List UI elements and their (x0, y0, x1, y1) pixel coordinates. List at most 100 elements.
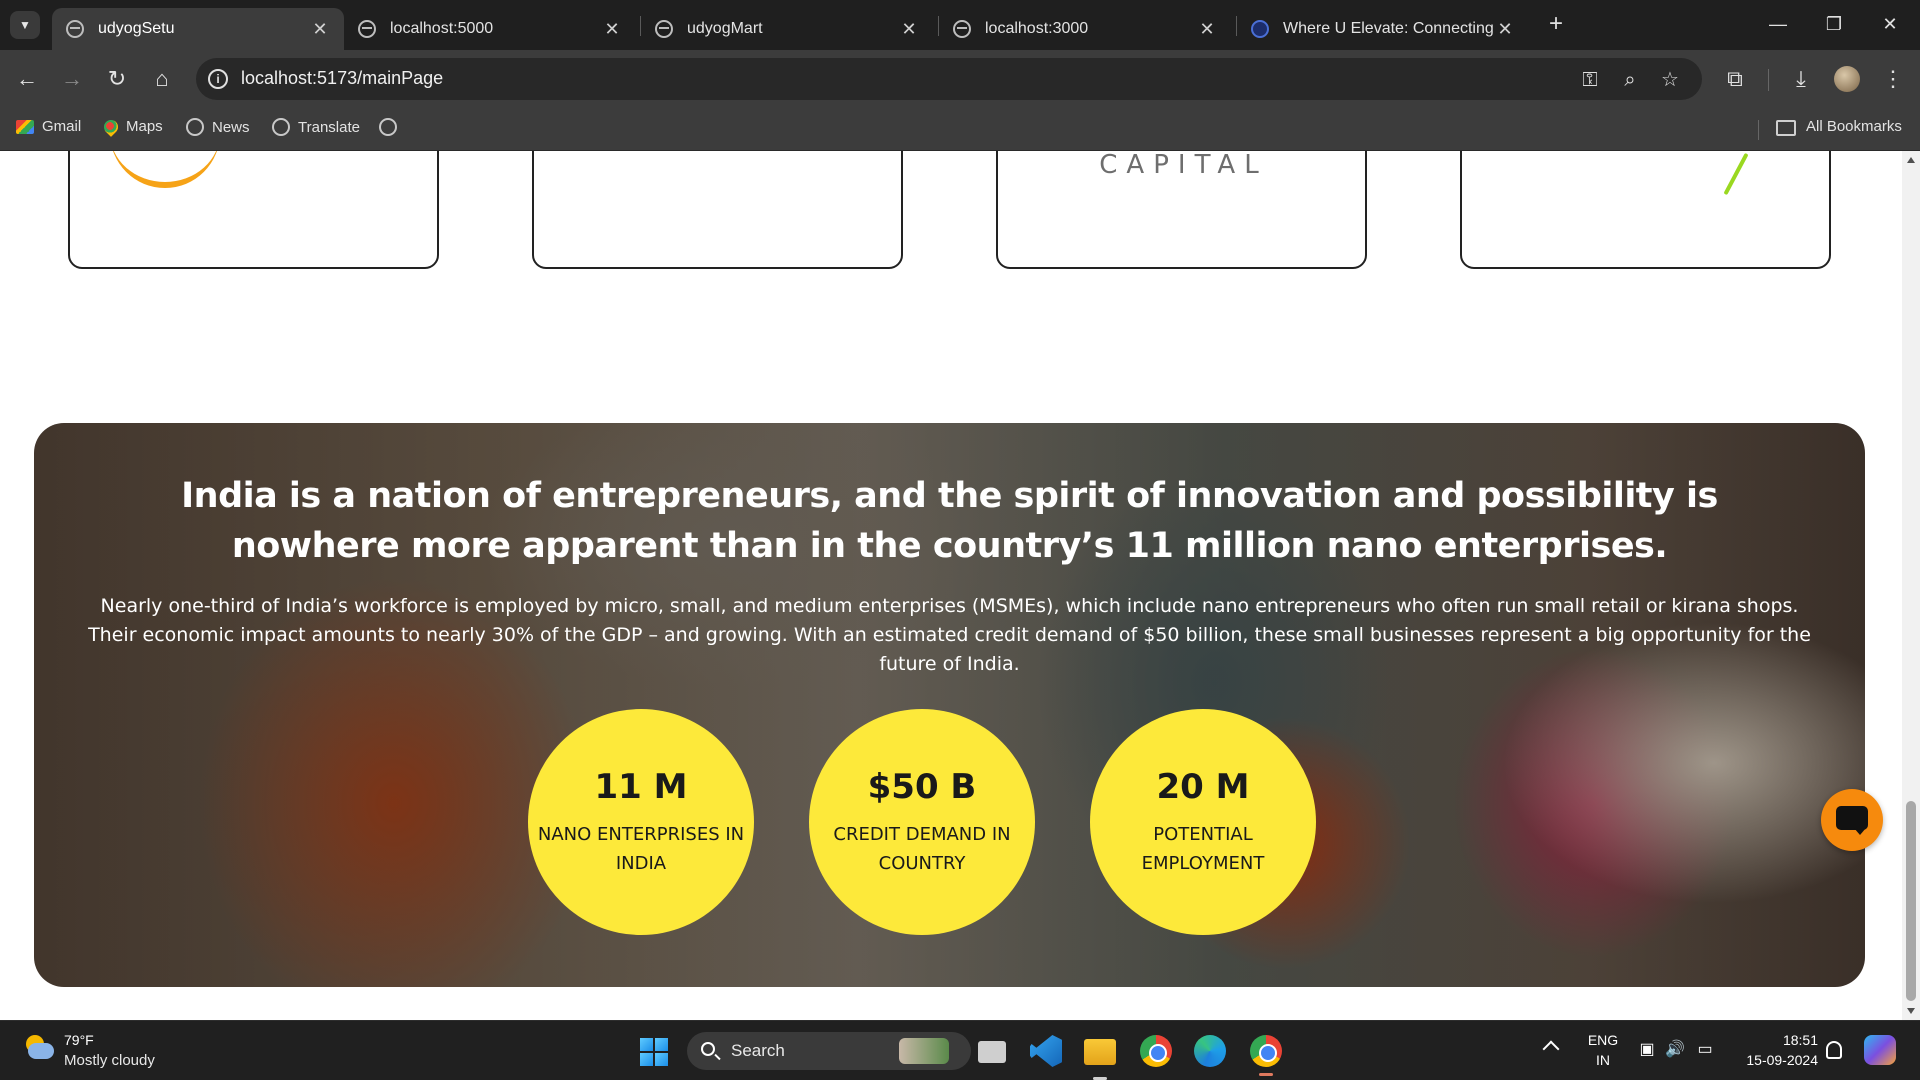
bookmark-gmail[interactable]: Gmail (16, 118, 81, 135)
stat-label: CREDIT DEMAND IN COUNTRY (833, 824, 1011, 874)
region-code: IN (1596, 1052, 1610, 1068)
battery-icon[interactable]: ▭ (1694, 1040, 1716, 1060)
password-key-icon[interactable]: ⚿ (1578, 68, 1602, 92)
globe-icon (186, 118, 204, 136)
partner-logo (1723, 152, 1749, 196)
hero-description: Nearly one-third of India’s workforce is… (88, 595, 1811, 675)
tab-udyogsetu[interactable]: udyogSetu ✕ (52, 8, 344, 50)
bookmark-label: Maps (126, 118, 163, 135)
stat-credit-demand: $50 B CREDIT DEMAND IN COUNTRY (809, 709, 1035, 935)
stat-label: POTENTIAL EMPLOYMENT (1141, 824, 1265, 874)
scroll-down-icon[interactable] (1907, 1008, 1915, 1014)
bookmark-news[interactable]: News (186, 118, 250, 136)
close-icon[interactable]: ✕ (899, 19, 919, 40)
tab-udyogmart[interactable]: udyogMart ✕ (641, 8, 933, 50)
scroll-up-icon[interactable] (1907, 157, 1915, 163)
all-bookmarks-button[interactable]: All Bookmarks (1806, 118, 1902, 135)
tab-where-u-elevate[interactable]: Where U Elevate: Connecting n ✕ (1237, 8, 1529, 50)
maps-icon (101, 116, 121, 137)
copilot-icon[interactable] (1864, 1035, 1896, 1065)
restore-icon[interactable]: ❐ (1814, 8, 1854, 40)
globe-icon (272, 118, 290, 136)
tab-title: udyogSetu (98, 20, 175, 37)
partner-card[interactable]: CAPITAL (996, 151, 1367, 269)
system-clock[interactable]: 18:51 15-09-2024 (1728, 1030, 1818, 1070)
site-info-icon[interactable]: i (208, 69, 228, 89)
home-icon[interactable]: ⌂ (147, 64, 177, 94)
chrome-icon[interactable] (1140, 1035, 1172, 1067)
tab-title: localhost:5000 (390, 20, 494, 37)
close-icon[interactable]: ✕ (1197, 19, 1217, 40)
clock-date: 15-09-2024 (1746, 1052, 1818, 1068)
language-indicator[interactable]: ENG IN (1583, 1030, 1623, 1070)
minimize-icon[interactable]: — (1758, 8, 1798, 40)
task-view-icon[interactable] (978, 1041, 1006, 1063)
tab-localhost-3000[interactable]: localhost:3000 ✕ (939, 8, 1231, 50)
new-tab-button[interactable]: + (1542, 10, 1570, 38)
scrollbar-thumb[interactable] (1906, 801, 1916, 1001)
partner-card[interactable] (1460, 151, 1831, 269)
file-explorer-icon[interactable] (1084, 1039, 1116, 1080)
partner-card[interactable] (68, 151, 439, 269)
close-icon[interactable]: ✕ (602, 19, 622, 40)
bookmark-separator (1758, 120, 1759, 140)
vscode-icon[interactable] (1030, 1035, 1062, 1067)
address-url[interactable]: localhost:5173/mainPage (241, 68, 443, 89)
globe-icon (379, 118, 397, 136)
show-hidden-icons-chevron-icon[interactable] (1542, 1040, 1560, 1058)
edge-icon[interactable] (1194, 1035, 1226, 1067)
volume-icon[interactable]: 🔊 (1664, 1040, 1686, 1060)
close-icon[interactable]: ✕ (310, 19, 330, 40)
stat-label: NANO ENTERPRISES IN INDIA (537, 824, 745, 874)
browser-toolbar: ← → ↻ ⌂ i localhost:5173/mainPage ⚿ ⌕ ☆ … (0, 50, 1920, 108)
windows-start-icon[interactable] (640, 1038, 668, 1066)
globe-icon (953, 20, 971, 38)
close-icon[interactable]: ✕ (1495, 19, 1515, 40)
tab-title: udyogMart (687, 20, 763, 37)
gmail-icon (16, 119, 34, 134)
weather-cloudy-icon[interactable] (22, 1035, 54, 1061)
stat-value: 11 M (594, 767, 688, 807)
extensions-icon[interactable]: ⧉ (1720, 64, 1750, 94)
bookmark-star-icon[interactable]: ☆ (1658, 68, 1682, 92)
stat-value: 20 M (1156, 767, 1250, 807)
address-bar[interactable]: i localhost:5173/mainPage ⚿ ⌕ ☆ (196, 58, 1702, 100)
browser-tab-bar: ▼ udyogSetu ✕ localhost:5000 ✕ udyogMart… (0, 0, 1920, 50)
bookmark-label: News (212, 118, 250, 136)
page-viewport: CAPITAL India is a nation of entrepreneu… (0, 151, 1902, 1020)
window-close-icon[interactable]: ✕ (1870, 8, 1910, 40)
partner-logo (110, 151, 220, 188)
bookmark-unnamed[interactable] (379, 118, 405, 136)
taskbar-search-box[interactable]: Search (687, 1032, 971, 1070)
back-arrow-icon[interactable]: ← (12, 64, 42, 94)
zoom-icon[interactable]: ⌕ (1618, 68, 1642, 92)
all-bookmarks-label: All Bookmarks (1806, 118, 1902, 135)
reload-icon[interactable]: ↻ (102, 64, 132, 94)
bookmarks-bar: Gmail Maps News Translate All Bookmarks (0, 108, 1920, 151)
forward-arrow-icon[interactable]: → (57, 64, 87, 94)
tab-search-button[interactable]: ▼ (10, 11, 40, 39)
chrome-profile-icon[interactable] (1250, 1035, 1282, 1076)
page-scrollbar[interactable] (1902, 151, 1920, 1020)
weather-description[interactable]: Mostly cloudy (64, 1052, 155, 1069)
notification-bell-icon[interactable] (1826, 1041, 1842, 1059)
language-code: ENG (1587, 1032, 1619, 1048)
hero-title: India is a nation of entrepreneurs, and … (181, 476, 1718, 566)
partner-card[interactable] (532, 151, 903, 269)
tab-title: localhost:3000 (985, 20, 1089, 37)
globe-icon (66, 20, 84, 38)
stat-nano-enterprises: 11 M NANO ENTERPRISES IN INDIA (528, 709, 754, 935)
search-highlight-image (899, 1038, 949, 1064)
profile-avatar[interactable] (1834, 66, 1860, 92)
bookmark-translate[interactable]: Translate (272, 118, 360, 136)
bookmark-maps[interactable]: Maps (101, 116, 163, 137)
tab-localhost-5000[interactable]: localhost:5000 ✕ (344, 8, 636, 50)
more-menu-icon[interactable]: ⋮ (1878, 64, 1908, 94)
windows-taskbar: 79°F Mostly cloudy Search ENG IN ▣ 🔊 ▭ 1… (0, 1020, 1920, 1080)
download-icon[interactable]: ⤓ (1786, 64, 1816, 94)
search-placeholder: Search (731, 1041, 785, 1060)
toolbar-separator (1768, 69, 1769, 91)
weather-temperature[interactable]: 79°F (64, 1032, 94, 1048)
chat-support-button[interactable] (1821, 789, 1883, 851)
network-icon[interactable]: ▣ (1636, 1040, 1658, 1060)
